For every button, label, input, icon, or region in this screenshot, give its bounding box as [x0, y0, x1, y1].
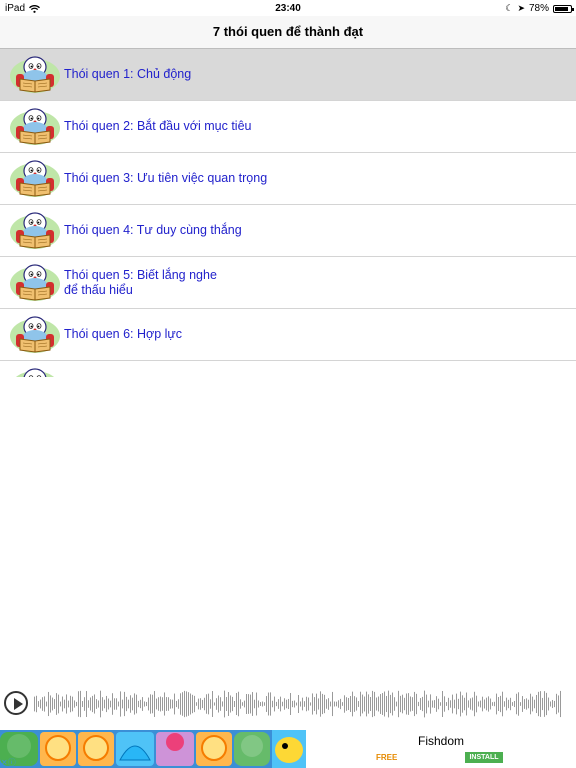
reading-robot-icon [9, 316, 61, 354]
ad-app-name: Fishdom [417, 734, 464, 748]
ad-close-icon[interactable]: ✕ⓘ [1, 757, 21, 767]
moon-icon: ☾ [505, 3, 514, 13]
list-item-habit-6[interactable]: Thói quen 6: Hợp lực [0, 309, 576, 361]
reading-robot-icon [9, 160, 61, 198]
list-item-habit-4[interactable]: Thói quen 4: Tư duy cùng thắng [0, 205, 576, 257]
status-right: ☾ ➤ 78% [505, 3, 574, 14]
reading-robot-icon [9, 108, 61, 146]
list-item-habit-5[interactable]: Thói quen 5: Biết lắng nghe để thấu hiểu [0, 257, 576, 309]
list-item-label: Thói quen 4: Tư duy cùng thắng [64, 223, 242, 237]
reading-robot-icon [9, 264, 61, 302]
list-item-habit-3[interactable]: Thói quen 3: Ưu tiên việc quan trọng [0, 153, 576, 205]
habit-list[interactable]: Thói quen 1: Chủ động Thói quen 2: Bắt đ… [0, 49, 576, 377]
reading-robot-icon [9, 368, 61, 377]
list-item-label: Thói quen 6: Hợp lực [64, 327, 183, 341]
status-bar: iPad 23:40 ☾ ➤ 78% [0, 0, 576, 16]
navigation-bar: 7 thói quen để thành đạt [0, 16, 576, 49]
list-item-habit-1[interactable]: Thói quen 1: Chủ động [0, 49, 576, 101]
battery-icon [553, 4, 574, 13]
list-item-label: Thói quen 5: Biết lắng nghe để thấu hiểu [64, 267, 217, 297]
list-item-label: Thói quen 2: Bắt đầu với mục tiêu [64, 119, 252, 133]
battery-percent: 78% [528, 3, 549, 14]
ad-install-button[interactable]: INSTALL [465, 752, 503, 763]
page-title: 7 thói quen để thành đạt [212, 24, 364, 39]
audio-player [0, 688, 576, 722]
game-tiles-image[interactable] [0, 730, 306, 768]
location-arrow-icon: ➤ [517, 3, 525, 13]
list-item-label: Thói quen 3: Ưu tiên việc quan trọng [64, 171, 268, 185]
ad-price: FREE [376, 753, 398, 762]
reading-robot-icon [9, 56, 61, 94]
battery-fill [555, 6, 569, 11]
list-item-label: Thói quen 1: Chủ động [64, 67, 192, 81]
list-item-habit-2[interactable]: Thói quen 2: Bắt đầu với mục tiêu [0, 101, 576, 153]
ad-banner[interactable]: ✕ⓘ Fishdom FREE INSTALL [0, 730, 576, 768]
reading-robot-icon [9, 212, 61, 250]
waveform[interactable] [34, 688, 562, 720]
play-button[interactable] [4, 691, 28, 715]
status-time: 23:40 [275, 3, 301, 14]
list-item-habit-7-partial[interactable] [0, 361, 576, 377]
